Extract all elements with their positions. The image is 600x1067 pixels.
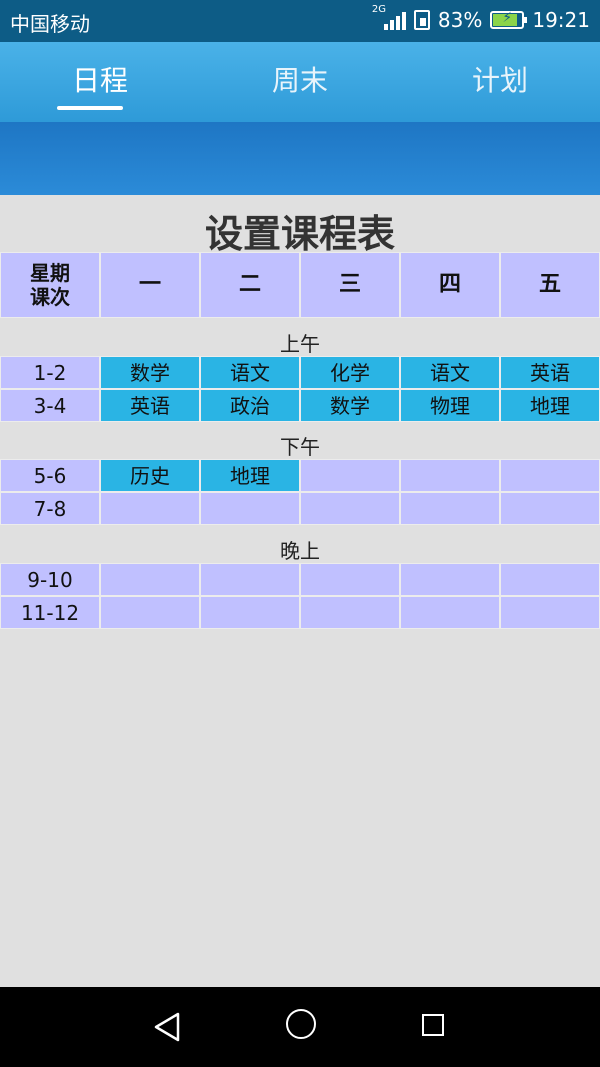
- back-icon[interactable]: [152, 1011, 182, 1043]
- course-cell[interactable]: [400, 459, 500, 492]
- course-cell[interactable]: [300, 563, 400, 596]
- period-label: 7-8: [0, 492, 100, 525]
- header-banner: [0, 122, 600, 195]
- tab-bar: 日程 周末 计划: [0, 42, 600, 122]
- table-row: 5-6 历史 地理: [0, 459, 600, 492]
- tab-plan[interactable]: 计划: [400, 42, 600, 122]
- corner-header: 星期 课次: [0, 252, 100, 318]
- course-cell[interactable]: 英语: [500, 356, 600, 389]
- course-cell[interactable]: [100, 596, 200, 629]
- table-row: 9-10: [0, 563, 600, 596]
- table-row: 3-4 英语 政治 数学 物理 地理: [0, 389, 600, 422]
- period-label: 11-12: [0, 596, 100, 629]
- course-cell[interactable]: 地理: [200, 459, 300, 492]
- course-cell[interactable]: [200, 563, 300, 596]
- table-row: 1-2 数学 语文 化学 语文 英语: [0, 356, 600, 389]
- course-cell[interactable]: [400, 563, 500, 596]
- sim-icon: [413, 10, 430, 30]
- signal-icon: 2G: [372, 4, 406, 32]
- course-cell[interactable]: [100, 492, 200, 525]
- course-cell[interactable]: [500, 459, 600, 492]
- period-label: 9-10: [0, 563, 100, 596]
- course-cell[interactable]: 数学: [300, 389, 400, 422]
- course-cell[interactable]: 政治: [200, 389, 300, 422]
- course-cell[interactable]: 英语: [100, 389, 200, 422]
- period-label: 1-2: [0, 356, 100, 389]
- tab-weekend[interactable]: 周末: [200, 42, 400, 122]
- battery-percent: 83%: [437, 8, 483, 32]
- day-header: 三: [300, 252, 400, 318]
- course-cell[interactable]: 数学: [100, 356, 200, 389]
- course-cell[interactable]: [300, 492, 400, 525]
- system-nav-bar: [0, 987, 600, 1067]
- status-bar: 中国移动 2G 83% ⚡ 19:21: [0, 0, 600, 42]
- section-label-afternoon: 下午: [280, 435, 320, 459]
- course-cell[interactable]: 历史: [100, 459, 200, 492]
- period-label: 3-4: [0, 389, 100, 422]
- recent-apps-icon[interactable]: [422, 1014, 444, 1036]
- course-cell[interactable]: 地理: [500, 389, 600, 422]
- carrier-name: 中国移动: [10, 12, 90, 36]
- course-cell[interactable]: 语文: [200, 356, 300, 389]
- table-row: 7-8: [0, 492, 600, 525]
- timetable-area: 设置课程表 星期 课次 一 二 三 四 五 上午 1-2 数学 语文 化学 语文…: [0, 195, 600, 987]
- course-cell[interactable]: [200, 596, 300, 629]
- course-cell[interactable]: 化学: [300, 356, 400, 389]
- course-cell[interactable]: [500, 563, 600, 596]
- section-label-evening: 晚上: [280, 539, 320, 563]
- status-icons: 2G 83% ⚡ 19:21: [372, 4, 590, 32]
- active-tab-indicator: [57, 106, 123, 110]
- course-cell[interactable]: [400, 596, 500, 629]
- page-title: 设置课程表: [204, 212, 395, 256]
- day-header: 四: [400, 252, 500, 318]
- course-cell[interactable]: 物理: [400, 389, 500, 422]
- course-cell[interactable]: [500, 492, 600, 525]
- course-cell[interactable]: [400, 492, 500, 525]
- course-cell[interactable]: [100, 563, 200, 596]
- clock: 19:21: [532, 8, 590, 32]
- course-cell[interactable]: [300, 459, 400, 492]
- day-header: 二: [200, 252, 300, 318]
- timetable-header: 星期 课次 一 二 三 四 五: [0, 252, 600, 318]
- table-row: 11-12: [0, 596, 600, 629]
- battery-icon: ⚡: [490, 10, 528, 29]
- period-label: 5-6: [0, 459, 100, 492]
- day-header: 五: [500, 252, 600, 318]
- day-header: 一: [100, 252, 200, 318]
- course-cell[interactable]: 语文: [400, 356, 500, 389]
- course-cell[interactable]: [500, 596, 600, 629]
- course-cell[interactable]: [200, 492, 300, 525]
- section-label-morning: 上午: [280, 332, 320, 356]
- tab-schedule[interactable]: 日程: [0, 42, 200, 122]
- home-icon[interactable]: [286, 1009, 316, 1039]
- course-cell[interactable]: [300, 596, 400, 629]
